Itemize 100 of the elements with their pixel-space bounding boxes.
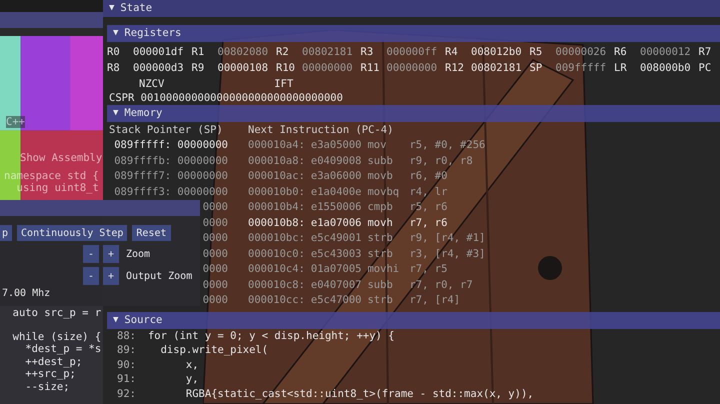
collapse-toggle[interactable]: ▼ [113,25,118,42]
instruction-mnemonic: strb [367,231,394,246]
toolbar-button[interactable]: Reset [132,225,170,241]
zoom-label: Zoom [126,248,150,260]
code-line: ++dest_p; [24,356,84,368]
instruction-address: 000010cc: [248,293,305,308]
code-line: ++src_p; [24,368,77,380]
line-number: 89: [117,343,136,358]
register-name: R0 [107,45,120,60]
window-title[interactable]: ▼ State [103,0,720,17]
stack-entry: 0000 [202,248,228,260]
instruction-address: 000010b8: [248,216,305,230]
door-knob [538,256,562,280]
increase-button[interactable]: + [103,267,119,285]
register-value: 00802181 [471,61,522,76]
register-name: CSPR [109,92,134,104]
register-name: R3 [360,45,374,60]
instruction-operands: r9, r0, r8 [409,154,473,168]
collapse-toggle[interactable]: ▼ [109,0,114,17]
register-value: 00000000 [386,61,438,76]
checkbox-label: Show Assembly [20,152,102,164]
instruction-operands: r7, r5 [409,262,448,277]
section-header[interactable]: ▼ Registers [107,25,720,42]
register-name: R9 [192,61,204,76]
code-line: RGBA{static_cast<std::uint8_t>(frame - std::max(x, y)), [184,386,534,401]
code-line: for (int y = 0; y < disp.height; ++y) { [148,328,395,343]
instruction-mnemonic: subb [367,154,394,168]
code-line: disp.write_pixel( [160,343,268,358]
instruction-operands: r7, [r4] [409,293,460,308]
instruction-code: e5c49001 [310,231,362,246]
register-value: 008000b0 [640,61,691,76]
section-header[interactable]: ▼ Memory [107,105,720,122]
register-value: 00000108 [218,61,268,76]
clock-speed: 7.00 Mhz [2,288,50,299]
instruction-address: 000010c0: [248,246,305,262]
instruction-code: e1a0400e [310,184,362,200]
code-line: x, [184,358,199,372]
instruction-operands: r3, [r4, #3] [409,246,486,262]
stack-entry: 0000 [202,232,228,244]
flag-label: NZCV [139,77,164,92]
code-line: auto src_p = r [12,307,102,320]
collapse-toggle[interactable]: ▼ [113,105,118,122]
instruction-code: e0407007 [310,278,362,292]
register-value: 000000d3 [133,61,184,76]
register-name: R10 [276,61,295,76]
stack-entry: 089ffffb: 00000000 [114,154,228,166]
line-number: 92: [117,386,136,401]
section-title: Memory [124,106,162,121]
line-number: 91: [117,372,136,386]
register-name: R8 [107,61,120,76]
flag-label: IFT [274,77,294,92]
instruction-operands: r6, #0 [409,169,448,184]
zoom-label: Output Zoom [126,270,192,282]
instruction-code: e3a06000 [310,169,362,184]
section-title: Source [124,312,162,328]
register-value: 00000000 [302,61,353,76]
section-header[interactable]: ▼ Source [107,312,720,328]
instruction-address: 000010a8: [248,154,305,168]
instruction-address: 000010bc: [248,231,305,246]
instruction-operands: r7, r0, r7 [409,278,473,292]
toolbar-button[interactable]: Continuously Step [17,225,128,241]
stack-entry: 0000 [202,278,228,290]
instruction-mnemonic: strb [367,246,394,262]
instruction-mnemonic: subb [367,278,394,292]
instruction-mnemonic: movbq [367,184,400,200]
instruction-code: 01a07005 [310,262,362,277]
stack-entry: 089fffff: 00000000 [114,139,228,151]
decrease-button[interactable]: - [83,267,99,285]
register-value: 00000026 [556,45,606,60]
register-value: 008012b0 [471,45,522,60]
decrease-button[interactable]: - [83,245,99,263]
register-value: 000001df [133,45,184,60]
toolbar-button[interactable]: p [0,225,12,241]
instruction-address: 000010b4: [248,200,305,215]
collapse-toggle[interactable]: ▼ [113,312,118,328]
register-value: 00802181 [302,45,353,60]
instruction-code: e0409008 [310,154,362,168]
instruction-code: e1550006 [310,200,362,215]
register-name: R7 [698,45,712,60]
register-name: SP [530,61,542,76]
code-line: *dest_p = *s [24,343,102,356]
increase-button[interactable]: + [103,245,119,263]
column-heading: Stack Pointer (SP) [109,124,223,136]
register-value: 00100000000000000000000000000000 [140,92,343,104]
instruction-mnemonic: strb [367,293,394,308]
instruction-address: 000010b0: [248,184,305,200]
instruction-mnemonic: movhi [367,262,400,277]
instruction-address: 000010a4: [248,138,305,153]
register-value: 000000ff [386,45,438,60]
instruction-code: e5c47000 [310,293,362,308]
instruction-mnemonic: movh [367,216,394,230]
stack-entry: 089ffff7: 00000000 [114,170,228,182]
section-title: Registers [124,26,182,41]
register-name: R2 [276,45,289,60]
title-text: State [120,1,152,16]
stack-entry: 089ffff3: 00000000 [114,186,228,198]
stack-entry: 0000 [202,201,228,213]
register-name: R11 [360,61,380,76]
instruction-address: 000010c4: [248,262,305,277]
instruction-code: e1a07006 [310,216,362,230]
